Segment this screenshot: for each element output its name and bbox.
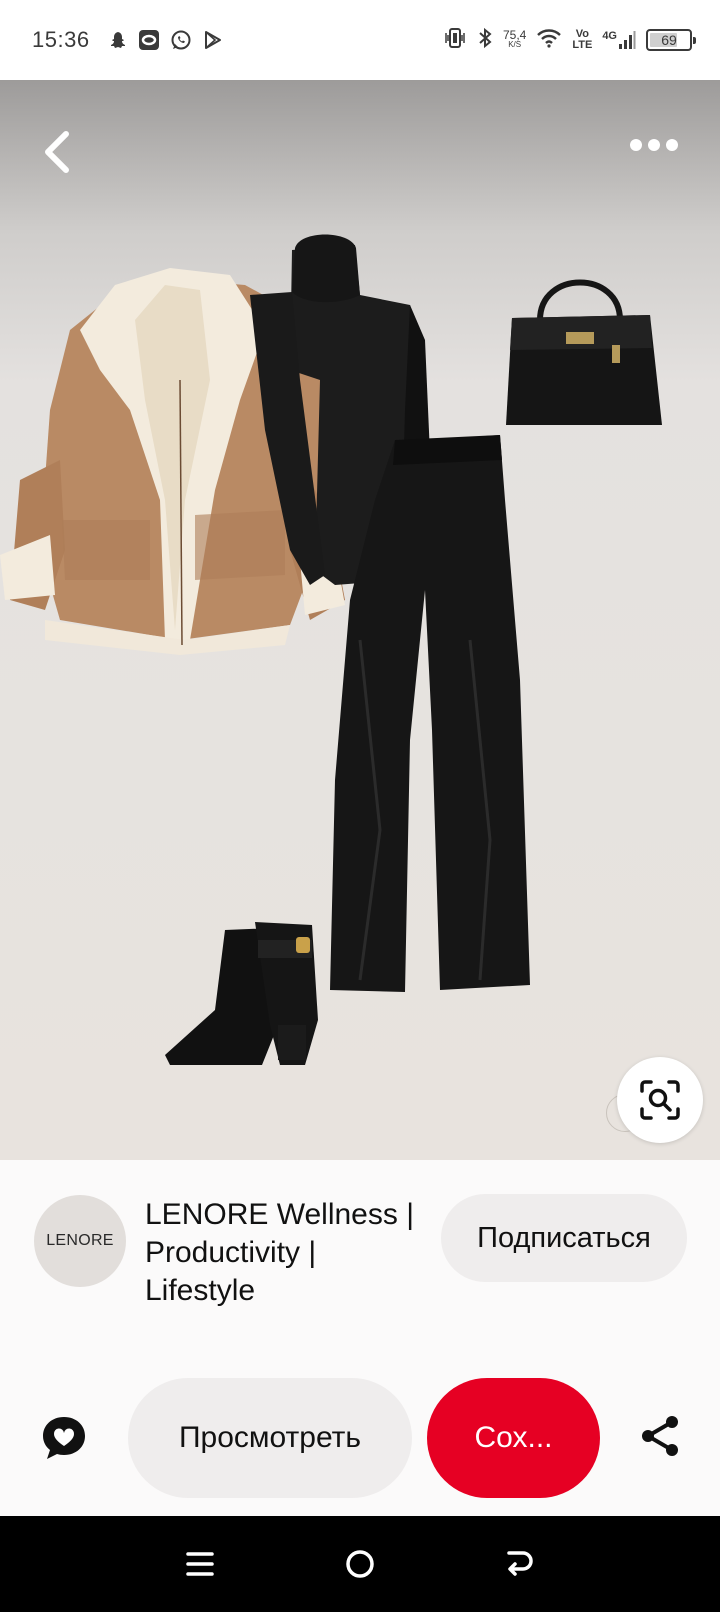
black-ankle-boots (165, 922, 318, 1065)
lens-search-icon (640, 1080, 680, 1120)
more-dots-icon (630, 139, 678, 151)
creator-name[interactable]: LENORE Wellness | Productivity | Lifesty… (145, 1196, 415, 1310)
creator-avatar[interactable]: LENORE (34, 1195, 126, 1287)
visit-button[interactable]: Просмотреть (128, 1378, 412, 1498)
follow-button[interactable]: Подписаться (441, 1194, 687, 1282)
snapchat-icon (106, 29, 128, 51)
more-options-button[interactable] (624, 120, 684, 170)
chevron-left-icon (45, 131, 69, 173)
status-app-icons (106, 29, 224, 51)
home-icon (346, 1550, 374, 1578)
battery-indicator: 69 (646, 29, 696, 51)
share-button[interactable] (636, 1412, 684, 1460)
network-type: 4G (602, 30, 617, 42)
back-button[interactable] (32, 122, 82, 182)
whatsapp-icon (170, 29, 192, 51)
visual-search-button[interactable] (617, 1057, 703, 1143)
network-speed-value: 75,4 (502, 28, 527, 42)
action-row: Просмотреть Сох... (0, 1374, 720, 1498)
status-time: 15:36 (32, 27, 90, 52)
outfit-collage (0, 234, 662, 1065)
play-store-icon (202, 29, 224, 51)
system-back-button[interactable] (490, 1534, 550, 1594)
share-icon (642, 1416, 678, 1456)
cell-signal-icon: 4G (602, 30, 636, 50)
creator-row: LENORE LENORE Wellness | Productivity | … (0, 1160, 720, 1350)
home-button[interactable] (330, 1534, 390, 1594)
save-button[interactable]: Сох... (427, 1378, 600, 1498)
wifi-icon (536, 28, 562, 53)
vibrate-icon (443, 27, 467, 54)
status-bar: 15:36 75,4 K/S Vo LTE 4G 69 (0, 0, 720, 80)
black-handbag (506, 279, 662, 425)
battery-level: 69 (661, 32, 677, 48)
comment-heart-icon (43, 1417, 85, 1459)
status-indicators: 75,4 K/S Vo LTE 4G 69 (443, 27, 696, 54)
volte-bottom: LTE (572, 39, 593, 51)
bluetooth-icon (477, 27, 493, 54)
app-icon (138, 29, 160, 51)
recent-apps-button[interactable] (170, 1534, 230, 1594)
system-navigation-bar (0, 1516, 720, 1612)
network-speed: 75,4 K/S (502, 28, 527, 50)
pin-image[interactable]: L (0, 80, 720, 1160)
comment-button[interactable] (38, 1412, 90, 1464)
volte-indicator: Vo LTE (572, 29, 592, 51)
menu-icon (186, 1552, 214, 1576)
network-speed-unit: K/S (508, 40, 522, 49)
back-arrow-icon (507, 1551, 533, 1576)
